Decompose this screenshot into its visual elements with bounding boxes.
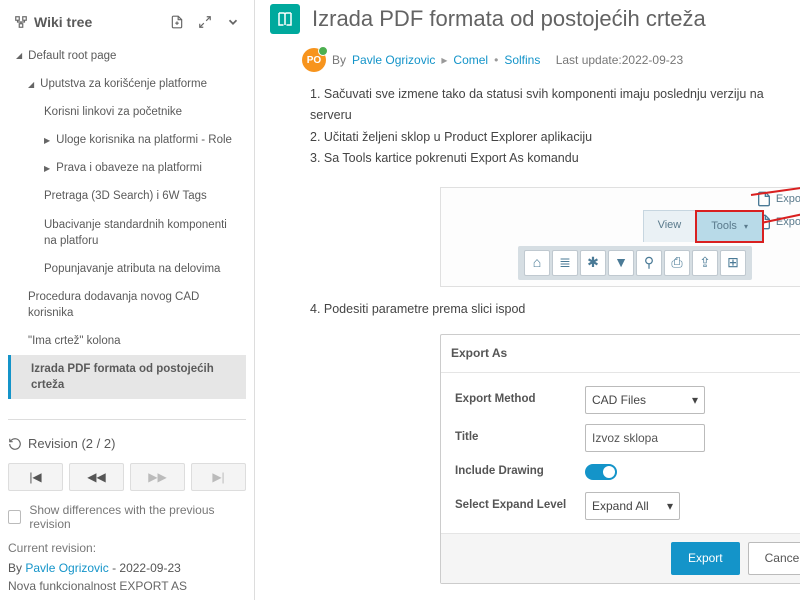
caret-right-icon: ▶ (44, 135, 50, 146)
tab-strip: View Tools ▾ (643, 210, 764, 242)
new-page-icon[interactable] (170, 15, 184, 29)
tree-item[interactable]: Korisni linkovi za početnike (8, 98, 246, 126)
tree-item[interactable]: ◢ Uputstva za korišćenje platforme (8, 70, 246, 98)
tree-icon (14, 15, 28, 29)
tree-item-label: Default root page (28, 48, 116, 64)
toolbar: ⌂ ≣ ✱ ▼ ⚲ ⎙ ⇪ ⊞ (518, 246, 752, 280)
byline: PO By Pavle Ogrizovic ▸ Comel • Solfins … (302, 48, 800, 72)
tree-item[interactable]: ▶ Uloge korisnika na platformi - Role (8, 126, 246, 154)
tree-root[interactable]: ◢ Default root page (8, 42, 246, 70)
expand-level-label: Select Expand Level (455, 496, 585, 516)
show-diff-label: Show differences with the previous revis… (29, 503, 246, 531)
current-revision-label: Current revision: (8, 541, 246, 555)
chevron-down-icon: ▾ (744, 222, 748, 231)
tree-item-label: Izrada PDF formata od postojećih crteža (31, 361, 242, 393)
caret-down-icon: ◢ (28, 79, 34, 90)
revision-panel: Revision (2 / 2) |◀ ◀◀ ▶▶ ▶| Show differ… (8, 419, 246, 593)
cancel-button[interactable]: Cancel (748, 542, 800, 574)
wiki-tree-title-text: Wiki tree (34, 14, 92, 30)
export-button[interactable]: Export (671, 542, 740, 574)
org-link-2[interactable]: Solfins (504, 53, 540, 67)
tree-item-label: Procedura dodavanja novog CAD korisnika (28, 289, 242, 321)
tree-item[interactable]: Popunjavanje atributa na delovima (8, 255, 246, 283)
expand-level-select[interactable]: Expand All ▾ (585, 492, 680, 520)
rev-prev-button[interactable]: ◀◀ (69, 463, 124, 491)
tree-item-label: Korisni linkovi za početnike (44, 104, 182, 120)
export-method-select[interactable]: CAD Files ▾ (585, 386, 705, 414)
tab-view[interactable]: View (644, 211, 697, 242)
tree-item[interactable]: Izrada PDF formata od postojećih crteža (8, 355, 246, 399)
revision-nav: |◀ ◀◀ ▶▶ ▶| (8, 463, 246, 491)
page-header: Izrada PDF formata od postojećih crteža (270, 4, 800, 34)
main-content: Izrada PDF formata od postojećih crteža … (255, 0, 800, 600)
revision-date: 2022-09-23 (119, 561, 180, 575)
wiki-tree-header: Wiki tree (8, 10, 246, 34)
tree-item-label: Uputstva za korišćenje platforme (40, 76, 207, 92)
page-title: Izrada PDF formata od postojećih crteža (312, 6, 706, 32)
rev-last-button: ▶| (191, 463, 246, 491)
sidebar: Wiki tree ◢ Default root page ◢ Uputstva … (0, 0, 255, 600)
graph-icon[interactable]: ✱ (580, 250, 606, 276)
chevron-down-icon: ▾ (667, 496, 673, 516)
include-drawing-label: Include Drawing (455, 462, 585, 482)
wiki-tree-title: Wiki tree (14, 14, 92, 30)
caret-down-icon: ◢ (16, 50, 22, 61)
tree-item[interactable]: Pretraga (3D Search) i 6W Tags (8, 182, 246, 210)
print-icon[interactable]: ⎙ (664, 250, 690, 276)
settings-icon[interactable]: ⊞ (720, 250, 746, 276)
step-2: 2. Učitati željeni sklop u Product Explo… (310, 127, 800, 148)
tree-item-label: Prava i obaveze na platformi (56, 160, 202, 176)
revision-author-line: By Pavle Ogrizovic - 2022-09-23 (8, 561, 246, 575)
caret-right-icon: ▶ (44, 163, 50, 174)
export-method-label: Export Method (455, 390, 585, 410)
filter-icon[interactable]: ▼ (608, 250, 634, 276)
author-link[interactable]: Pavle Ogrizovic (352, 53, 435, 67)
step-3: 3. Sa Tools kartice pokrenuti Export As … (310, 148, 800, 169)
avatar[interactable]: PO (302, 48, 326, 72)
title-input[interactable]: Izvoz sklopa (585, 424, 705, 452)
expand-icon[interactable] (198, 15, 212, 29)
revision-title: Revision (2 / 2) (8, 436, 246, 451)
wiki-tree: ◢ Default root page ◢ Uputstva za korišće… (8, 42, 246, 399)
tree-item[interactable]: ▶ Prava i obaveze na platformi (8, 154, 246, 182)
step-1: 1. Sačuvati sve izmene tako da statusi s… (310, 84, 800, 127)
tree-item-label: "Ima crtež" kolona (28, 333, 121, 349)
export-as-dialog: Export As ✕ Export Method CAD Files ▾ Ti… (440, 334, 800, 584)
article-body: 1. Sačuvati sve izmene tako da statusi s… (310, 84, 800, 600)
chevron-down-icon: ▾ (692, 390, 698, 410)
tree-item[interactable]: Ubacivanje standardnih komponenti na pla… (8, 211, 246, 255)
history-icon (8, 437, 22, 451)
export-icon[interactable]: ⇪ (692, 250, 718, 276)
tree-item-label: Pretraga (3D Search) i 6W Tags (44, 188, 207, 204)
tree-item[interactable]: "Ima crtež" kolona (8, 327, 246, 355)
org-link-1[interactable]: Comel (453, 53, 488, 67)
tree-item[interactable]: Procedura dodavanja novog CAD korisnika (8, 283, 246, 327)
include-drawing-toggle[interactable] (585, 464, 617, 480)
dialog-title: Export As (451, 343, 507, 363)
chevron-down-icon[interactable] (226, 15, 240, 29)
rev-next-button: ▶▶ (130, 463, 185, 491)
checkbox-icon[interactable] (8, 510, 21, 524)
revision-count: Revision (2 / 2) (28, 436, 115, 451)
show-diff-row[interactable]: Show differences with the previous revis… (8, 503, 246, 531)
tab-tools[interactable]: Tools ▾ (695, 210, 764, 243)
step-4: 4. Podesiti parametre prema slici ispod (310, 299, 800, 320)
screenshot-tools-tab: Export Export As View Tools ▾ ⌂ ≣ ✱ ▼ (440, 187, 800, 287)
last-update: Last update:2022-09-23 (556, 53, 683, 67)
tree-item-label: Uloge korisnika na platformi - Role (56, 132, 232, 148)
rev-first-button[interactable]: |◀ (8, 463, 63, 491)
list-icon[interactable]: ≣ (552, 250, 578, 276)
home-icon[interactable]: ⌂ (524, 250, 550, 276)
title-label: Title (455, 428, 585, 448)
tree-item-label: Ubacivanje standardnih komponenti na pla… (44, 217, 242, 249)
tree-item-label: Popunjavanje atributa na delovima (44, 261, 220, 277)
search-icon[interactable]: ⚲ (636, 250, 662, 276)
revision-author-link[interactable]: Pavle Ogrizovic (25, 561, 108, 575)
book-icon (270, 4, 300, 34)
revision-description: Nova funkcionalnost EXPORT AS (8, 579, 246, 593)
